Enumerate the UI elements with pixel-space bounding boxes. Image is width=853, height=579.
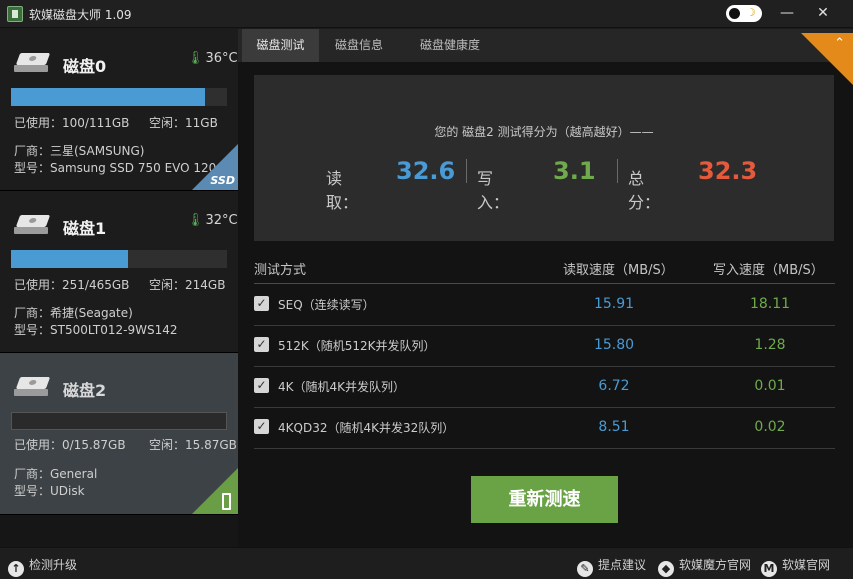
usage-fill (11, 88, 206, 106)
disk-model: 型号：UDisk (14, 484, 85, 498)
tab-disk-info[interactable]: 磁盘信息 (322, 29, 396, 62)
hard-disk-icon (14, 377, 51, 397)
test-row-4k: ✓ 4K（随机4K并发队列） 6.72 0.01 (254, 366, 835, 406)
read-speed: 15.91 (593, 296, 635, 312)
score-divider (466, 159, 467, 183)
ruanmei-site-link[interactable]: M 软媒官网 (761, 556, 830, 577)
row-checkbox[interactable]: ✓ (254, 296, 269, 311)
row-checkbox[interactable]: ✓ (254, 337, 269, 352)
disk-vendor: 厂商：General (14, 467, 98, 481)
disk-item-0[interactable]: 磁盘0 🌡 36°C 已使用：100/111GB 空闲：11GB 厂商：三星(SA… (0, 29, 238, 191)
disk-item-1[interactable]: 磁盘1 🌡 32°C 已使用：251/465GB 空闲：214GB 厂商：希捷(S… (0, 191, 238, 353)
total-score-value: 32.3 (698, 157, 758, 185)
hard-disk-icon (14, 53, 51, 73)
row-checkbox[interactable]: ✓ (254, 419, 269, 434)
usb-icon (222, 493, 231, 510)
thermometer-icon: 🌡 (187, 213, 204, 228)
col-read-header: 读取速度（MB/S） (563, 263, 674, 278)
disk-name: 磁盘0 (63, 57, 107, 76)
title-bar: 软媒磁盘大师 1.09 ☽ — ✕ (0, 0, 853, 28)
read-speed: 15.80 (593, 337, 635, 353)
mofang-logo-icon: ◆ (658, 561, 674, 577)
test-row-512k: ✓ 512K（随机512K并发队列） 15.80 1.28 (254, 325, 835, 365)
write-speed: 0.01 (754, 378, 786, 394)
disk-used: 已使用：251/465GB (14, 278, 130, 292)
test-row-seq: ✓ SEQ（连续读写） 15.91 18.11 (254, 284, 835, 324)
disk-item-2[interactable]: 磁盘2 已使用：0/15.87GB 空闲：15.87GB 厂商：General … (0, 353, 238, 515)
disk-free: 空闲：15.87GB (149, 438, 237, 452)
score-divider (617, 159, 618, 183)
minimize-button[interactable]: — (776, 3, 798, 23)
tab-disk-health[interactable]: 磁盘健康度 (400, 29, 500, 62)
usage-bar (11, 88, 227, 106)
disk-temperature: 🌡 36°C (187, 51, 238, 66)
read-score-label: 读取： (326, 169, 359, 212)
row-label: SEQ（连续读写） (278, 298, 375, 312)
disk-vendor: 厂商：三星(SAMSUNG) (14, 144, 145, 158)
disk-free: 空闲：11GB (149, 116, 218, 130)
row-label: 512K（随机512K并发队列） (278, 339, 436, 353)
write-speed: 0.02 (754, 419, 786, 435)
write-speed: 18.11 (749, 296, 791, 312)
theme-toggle[interactable]: ☽ (726, 5, 762, 22)
mofang-site-link[interactable]: ◆ 软媒魔方官网 (658, 556, 751, 577)
usage-bar (11, 250, 227, 268)
row-label: 4KQD32（随机4K并发32队列） (278, 421, 455, 435)
hard-disk-icon (14, 215, 51, 235)
usb-corner-badge (192, 468, 238, 514)
col-write-header: 写入速度（MB/S） (713, 263, 824, 278)
pen-icon: ✎ (577, 561, 593, 577)
disk-free: 空闲：214GB (149, 278, 226, 292)
total-score-label: 总分： (628, 169, 661, 212)
test-row-4kqd32: ✓ 4KQD32（随机4K并发32队列） 8.51 0.02 (254, 407, 835, 447)
write-speed: 1.28 (754, 337, 786, 353)
row-checkbox[interactable]: ✓ (254, 378, 269, 393)
score-panel: 您的 磁盘2 测试得分为（越高越好）—— 读取： 32.6 写入： 3.1 总分… (254, 75, 834, 241)
ssd-badge-label: SSD (210, 174, 235, 187)
moon-icon: ☽ (746, 6, 756, 19)
disk-vendor: 厂商：希捷(Seagate) (14, 306, 133, 320)
write-score-label: 写入： (477, 169, 510, 212)
chevron-up-icon: ⌃ (834, 36, 845, 51)
disk-sidebar: 磁盘0 🌡 36°C 已使用：100/111GB 空闲：11GB 厂商：三星(SA… (0, 29, 238, 547)
arrow-up-icon: ↑ (8, 561, 24, 577)
table-divider (254, 448, 835, 449)
disk-model: 型号：ST500LT012-9WS142 (14, 323, 178, 337)
read-score-value: 32.6 (396, 157, 456, 185)
read-speed: 8.51 (598, 419, 630, 435)
usage-bar (11, 412, 227, 430)
read-speed: 6.72 (598, 378, 630, 394)
feedback-link[interactable]: ✎ 提点建议 (577, 556, 646, 577)
close-button[interactable]: ✕ (812, 3, 834, 23)
app-logo-icon (7, 6, 23, 22)
ruanmei-logo-icon: M (761, 561, 777, 577)
col-method-header: 测试方式 (254, 263, 307, 278)
toggle-knob (729, 8, 740, 19)
check-update-link[interactable]: ↑ 检测升级 (8, 556, 77, 577)
tab-bar: 磁盘测试 磁盘信息 磁盘健康度 (238, 29, 853, 62)
thermometer-icon: 🌡 (187, 51, 204, 66)
write-score-value: 3.1 (553, 157, 596, 185)
tab-disk-test[interactable]: 磁盘测试 (242, 29, 319, 62)
window-title: 软媒磁盘大师 1.09 (29, 8, 132, 22)
disk-used: 已使用：100/111GB (14, 116, 130, 130)
score-subtitle: 您的 磁盘2 测试得分为（越高越好）—— (434, 125, 654, 139)
usage-fill (11, 250, 128, 268)
disk-temperature: 🌡 32°C (187, 213, 238, 228)
retest-button[interactable]: 重新测速 (471, 476, 618, 523)
main-panel: 磁盘测试 磁盘信息 磁盘健康度 ⌃ 您的 磁盘2 测试得分为（越高越好）—— 读… (238, 29, 853, 547)
bottom-bar: ↑ 检测升级 ✎ 提点建议 ◆ 软媒魔方官网 M 软媒官网 (0, 547, 853, 579)
disk-name: 磁盘2 (63, 381, 107, 400)
disk-name: 磁盘1 (63, 219, 107, 238)
disk-used: 已使用：0/15.87GB (14, 438, 126, 452)
row-label: 4K（随机4K并发队列） (278, 380, 406, 394)
